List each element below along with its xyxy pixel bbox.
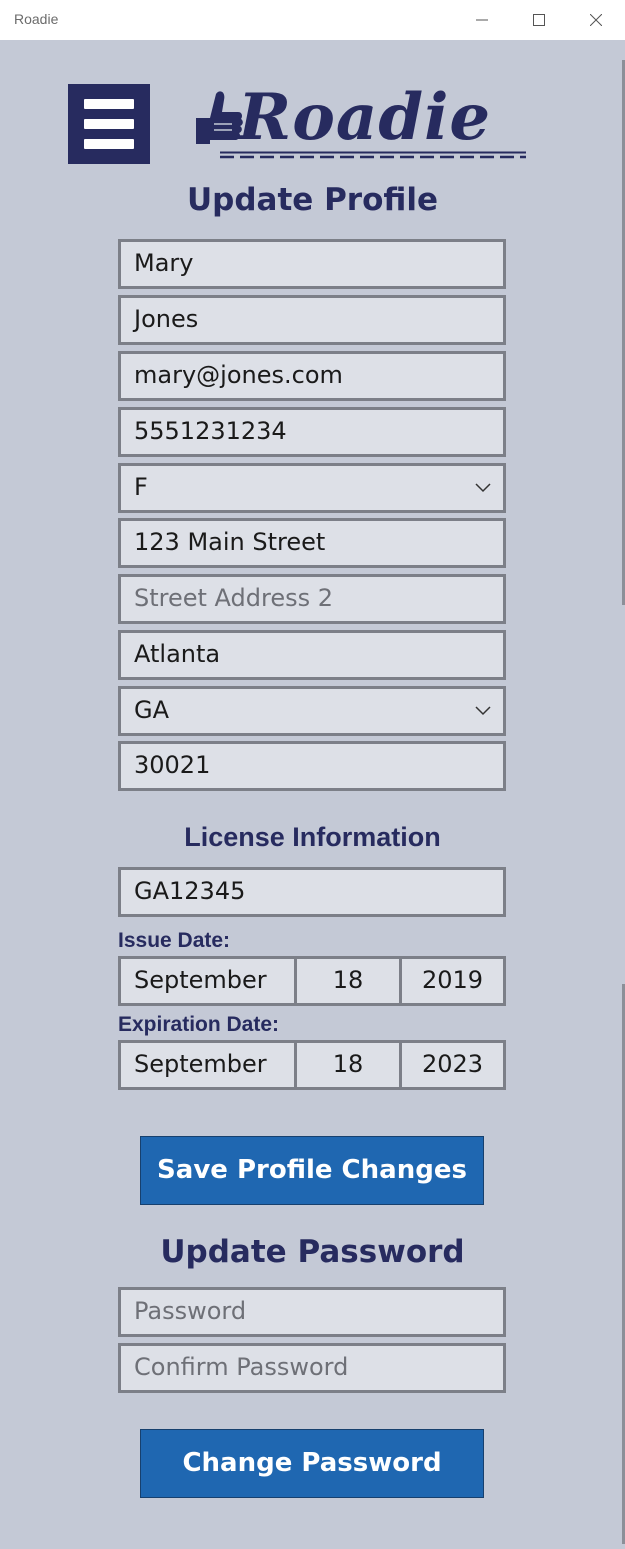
update-profile-heading: Update Profile — [186, 182, 439, 218]
state-select[interactable]: GA — [118, 686, 506, 736]
expiration-month[interactable]: September — [121, 1043, 297, 1087]
close-button[interactable] — [573, 0, 619, 40]
confirm-password-field[interactable]: Confirm Password — [118, 1343, 506, 1393]
save-profile-button[interactable]: Save Profile Changes — [140, 1136, 484, 1205]
issue-date-label: Issue Date: — [118, 929, 231, 952]
minimize-button[interactable] — [459, 0, 505, 40]
expiration-year[interactable]: 2023 — [402, 1043, 503, 1087]
expiration-date-picker[interactable]: September 18 2023 — [118, 1040, 506, 1090]
change-password-button[interactable]: Change Password — [140, 1429, 484, 1498]
gender-select[interactable]: F — [118, 463, 506, 513]
first-name-field[interactable]: Mary — [118, 239, 506, 289]
app-content: Roadie Update Profile Mary Jones mary@jo… — [0, 40, 625, 1549]
phone-field[interactable]: 5551231234 — [118, 407, 506, 457]
expiration-date-label: Expiration Date: — [118, 1013, 280, 1036]
license-number-field[interactable]: GA12345 — [118, 867, 506, 917]
email-field[interactable]: mary@jones.com — [118, 351, 506, 401]
city-value: Atlanta — [134, 640, 221, 668]
address1-value: 123 Main Street — [134, 528, 326, 556]
email-value: mary@jones.com — [134, 361, 343, 389]
issue-date-picker[interactable]: September 18 2019 — [118, 956, 506, 1006]
zip-value: 30021 — [134, 751, 211, 779]
first-name-value: Mary — [134, 249, 194, 277]
phone-value: 5551231234 — [134, 417, 287, 445]
zip-field[interactable]: 30021 — [118, 741, 506, 791]
maximize-icon — [533, 14, 545, 26]
address2-placeholder: Street Address 2 — [134, 584, 334, 612]
window-title: Roadie — [14, 11, 59, 27]
license-number-value: GA12345 — [134, 877, 246, 905]
maximize-button[interactable] — [516, 0, 562, 40]
title-bar: Roadie — [0, 0, 625, 40]
gender-value: F — [134, 473, 148, 501]
state-value: GA — [134, 696, 170, 724]
chevron-down-icon — [475, 706, 491, 716]
password-field[interactable]: Password — [118, 1287, 506, 1337]
confirm-password-placeholder: Confirm Password — [134, 1353, 349, 1381]
expiration-day[interactable]: 18 — [297, 1043, 402, 1087]
hamburger-menu-button[interactable] — [68, 84, 150, 164]
update-password-heading: Update Password — [160, 1234, 465, 1270]
close-icon — [590, 14, 602, 26]
city-field[interactable]: Atlanta — [118, 630, 506, 680]
last-name-value: Jones — [134, 305, 199, 333]
issue-month[interactable]: September — [121, 959, 297, 1003]
license-information-heading: License Information — [184, 822, 441, 852]
logo-text: Roadie — [238, 80, 492, 155]
address1-field[interactable]: 123 Main Street — [118, 518, 506, 568]
minimize-icon — [476, 19, 488, 21]
chevron-down-icon — [475, 483, 491, 493]
thumbs-up-icon — [196, 91, 243, 144]
last-name-field[interactable]: Jones — [118, 295, 506, 345]
address2-field[interactable]: Street Address 2 — [118, 574, 506, 624]
logo-road-lines — [220, 151, 526, 159]
issue-year[interactable]: 2019 — [402, 959, 503, 1003]
password-placeholder: Password — [134, 1297, 247, 1325]
issue-day[interactable]: 18 — [297, 959, 402, 1003]
